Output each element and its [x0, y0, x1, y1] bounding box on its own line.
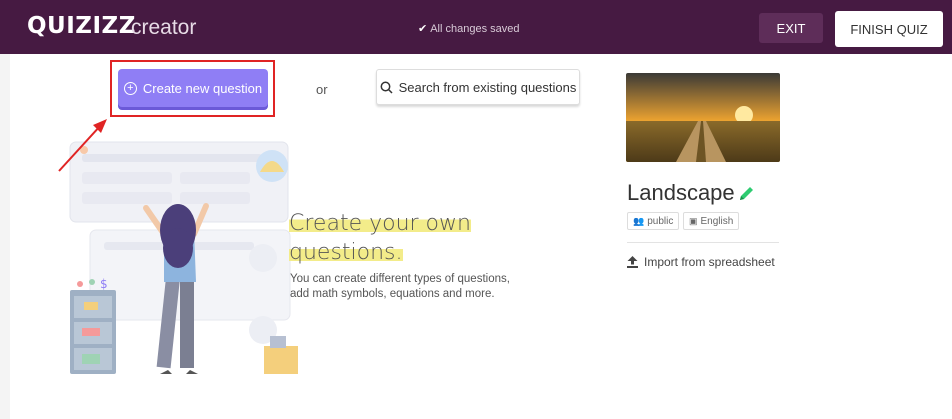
headline: Create your own questions. [289, 209, 471, 267]
visibility-tag[interactable]: 👥 public [627, 212, 680, 230]
users-icon: 👥 [633, 215, 645, 226]
upload-icon [627, 256, 638, 268]
or-separator: or [316, 82, 328, 97]
headline-description: You can create different types of questi… [290, 273, 510, 300]
top-bar: QUIZIZZ creator ✔ All changes saved EXIT … [0, 0, 952, 54]
create-new-question-button[interactable]: + Create new question [118, 69, 268, 107]
annotation-arrow [58, 119, 107, 172]
save-status-text: All changes saved [430, 23, 520, 35]
headline-line2: questions. [289, 240, 403, 265]
quiz-title: Landscape [627, 180, 735, 205]
headline-line1: Create your own [289, 211, 471, 236]
search-icon [380, 81, 393, 94]
search-existing-label: Search from existing questions [398, 79, 577, 95]
language-tag[interactable]: ▣ English [683, 212, 740, 230]
plus-circle-icon: + [123, 81, 137, 95]
language-label: English [700, 215, 734, 227]
save-status: ✔ All changes saved [418, 22, 520, 35]
check-icon: ✔ [418, 23, 428, 35]
import-spreadsheet-label: Import from spreadsheet [644, 255, 775, 269]
pencil-icon[interactable] [737, 185, 755, 203]
finish-quiz-button[interactable]: FINISH QUIZ [835, 11, 943, 47]
exit-button[interactable]: EXIT [759, 13, 823, 43]
quiz-cover-image[interactable] [626, 73, 780, 162]
search-existing-questions-button[interactable]: Search from existing questions [376, 69, 580, 105]
language-icon: ▣ [689, 215, 698, 226]
panel-divider [627, 242, 779, 243]
create-new-question-label: Create new question [142, 80, 263, 96]
visibility-label: public [647, 215, 674, 227]
logo-subtitle: creator [131, 16, 197, 39]
quizizz-logo[interactable]: QUIZIZZ [27, 13, 136, 39]
import-spreadsheet-link[interactable]: Import from spreadsheet [627, 255, 775, 269]
svg-text:$: $ [100, 277, 108, 291]
